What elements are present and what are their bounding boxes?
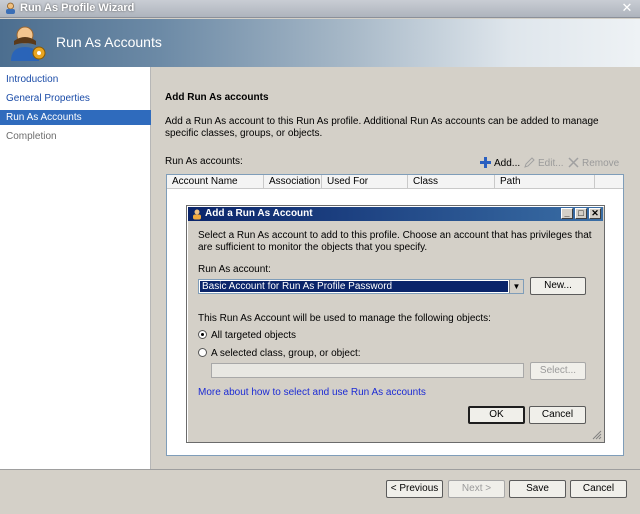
section-title: Add Run As accounts bbox=[165, 92, 269, 103]
dialog-app-icon bbox=[193, 209, 201, 220]
remove-x-icon bbox=[568, 157, 579, 168]
column-class[interactable]: Class bbox=[408, 175, 495, 189]
run-as-accounts-label: Run As accounts: bbox=[165, 156, 243, 167]
manage-objects-label: This Run As Account will be used to mana… bbox=[198, 313, 491, 324]
radio-all-targeted[interactable]: All targeted objects bbox=[198, 330, 296, 341]
window-titlebar: Run As Profile Wizard ✕ bbox=[0, 0, 640, 18]
help-link[interactable]: More about how to select and use Run As … bbox=[198, 387, 426, 398]
selected-account-value: Basic Account for Run As Profile Passwor… bbox=[200, 281, 508, 292]
dialog-close-icon[interactable]: ✕ bbox=[589, 208, 601, 219]
window-title: Run As Profile Wizard bbox=[20, 2, 135, 14]
next-button[interactable]: Next > bbox=[448, 480, 505, 498]
new-account-button[interactable]: New... bbox=[530, 277, 586, 295]
nav-item-run-as-accounts[interactable]: Run As Accounts bbox=[0, 110, 151, 125]
wizard-steps-nav: Introduction General Properties Run As A… bbox=[0, 67, 151, 469]
page-title: Run As Accounts bbox=[56, 34, 162, 50]
add-account-button[interactable]: Add... bbox=[480, 157, 520, 169]
edit-account-button[interactable]: Edit... bbox=[524, 157, 564, 169]
column-association[interactable]: Association bbox=[264, 175, 322, 189]
radio-selected-object[interactable]: A selected class, group, or object: bbox=[198, 348, 361, 359]
section-description: Add a Run As account to this Run As prof… bbox=[165, 116, 599, 139]
select-object-button[interactable]: Select... bbox=[530, 362, 586, 380]
dialog-description: Select a Run As account to add to this p… bbox=[198, 230, 592, 253]
dropdown-arrow-icon[interactable]: ▼ bbox=[509, 280, 523, 293]
dialog-maximize-icon[interactable]: □ bbox=[575, 208, 587, 219]
wizard-header: Run As Accounts bbox=[0, 19, 640, 67]
nav-item-general-properties[interactable]: General Properties bbox=[0, 91, 151, 106]
remove-label: Remove bbox=[582, 158, 620, 169]
dialog-titlebar: Add a Run As Account _ □ ✕ bbox=[188, 207, 603, 221]
radio-selected-icon[interactable] bbox=[198, 330, 207, 339]
option-all-label: All targeted objects bbox=[211, 330, 297, 341]
dialog-cancel-button[interactable]: Cancel bbox=[529, 406, 586, 424]
add-run-as-account-dialog: Add a Run As Account _ □ ✕ Select a Run … bbox=[186, 205, 605, 443]
option-selected-label: A selected class, group, or object: bbox=[211, 348, 361, 359]
remove-account-button[interactable]: Remove bbox=[568, 157, 619, 169]
resize-grip-icon[interactable] bbox=[592, 430, 602, 440]
list-header: Account Name Association Used For Class … bbox=[167, 175, 623, 189]
column-used-for[interactable]: Used For bbox=[322, 175, 408, 189]
nav-item-completion[interactable]: Completion bbox=[0, 129, 151, 144]
column-path[interactable]: Path bbox=[495, 175, 595, 189]
selected-object-field[interactable] bbox=[211, 363, 524, 378]
previous-button[interactable]: < Previous bbox=[386, 480, 443, 498]
radio-unselected-icon[interactable] bbox=[198, 348, 207, 357]
save-button[interactable]: Save bbox=[509, 480, 566, 498]
edit-label: Edit... bbox=[538, 158, 564, 169]
window-close-icon[interactable]: ✕ bbox=[619, 1, 635, 15]
dialog-minimize-icon[interactable]: _ bbox=[561, 208, 573, 219]
column-account-name[interactable]: Account Name bbox=[167, 175, 264, 189]
add-label: Add... bbox=[494, 158, 521, 169]
wizard-app-icon bbox=[6, 2, 15, 14]
add-icon bbox=[480, 157, 491, 168]
nav-item-introduction[interactable]: Introduction bbox=[0, 72, 151, 87]
run-as-account-select[interactable]: Basic Account for Run As Profile Passwor… bbox=[198, 279, 524, 294]
run-as-account-label: Run As account: bbox=[198, 264, 271, 275]
cancel-button[interactable]: Cancel bbox=[570, 480, 627, 498]
footer-divider bbox=[0, 469, 640, 470]
edit-pencil-icon bbox=[524, 157, 535, 168]
dialog-title: Add a Run As Account bbox=[205, 208, 313, 219]
ok-button[interactable]: OK bbox=[468, 406, 525, 424]
user-account-icon bbox=[11, 26, 46, 61]
